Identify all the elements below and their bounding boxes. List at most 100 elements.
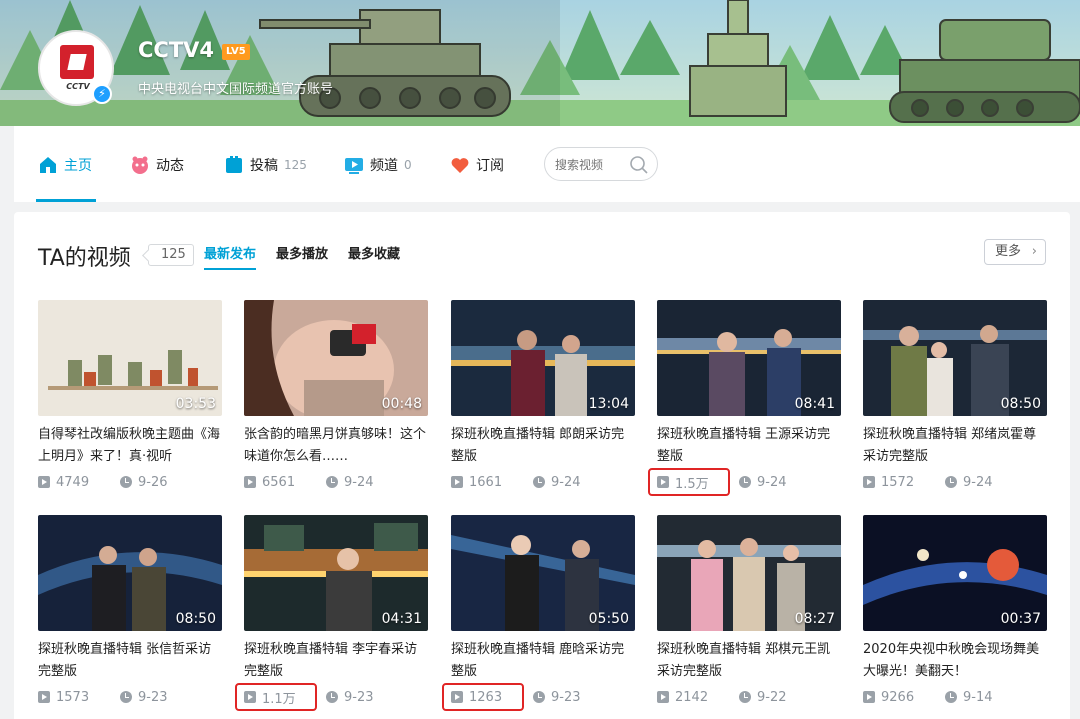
video-title[interactable]: 探班秋晚直播特辑 郑棋元王凯采访完整版 — [657, 639, 841, 683]
video-thumbnail[interactable]: 00:48 — [244, 300, 428, 416]
chevron-right-icon: › — [1031, 244, 1037, 259]
clock-icon — [945, 476, 957, 488]
play-count: 2142 — [657, 689, 708, 705]
play-count-value: 9266 — [881, 689, 915, 705]
video-thumbnail[interactable]: 05:50 — [451, 515, 635, 631]
video-thumbnail[interactable]: 00:37 — [863, 515, 1047, 631]
video-card[interactable]: 08:50 探班秋晚直播特辑 张信哲采访完整版 1573 9-23 — [38, 515, 222, 715]
play-count-value: 6561 — [262, 474, 296, 490]
video-title[interactable]: 探班秋晚直播特辑 李宇春采访完整版 — [244, 639, 428, 683]
video-thumbnail[interactable]: 08:50 — [863, 300, 1047, 416]
tab-channel-label: 频道 — [370, 158, 398, 174]
clock-icon — [120, 691, 132, 703]
video-title[interactable]: 2020年央视中秋晚会现场舞美大曝光！美翻天！ — [863, 639, 1047, 683]
tab-subscribe[interactable]: 订阅 — [450, 154, 504, 176]
cctv-logo-icon — [60, 45, 94, 79]
video-thumbnail[interactable]: 08:50 — [38, 515, 222, 631]
channel-name: CCTV4 — [138, 38, 215, 62]
channel-description: 中央电视台中文国际频道官方账号 — [138, 82, 334, 97]
video-thumbnail[interactable]: 04:31 — [244, 515, 428, 631]
space-nav: 主页 动态 投稿 125 频道 0 订阅 — [14, 126, 1080, 202]
video-meta: 9266 9-14 — [863, 687, 1047, 707]
video-thumbnail[interactable]: 08:41 — [657, 300, 841, 416]
video-search — [544, 147, 658, 181]
video-card[interactable]: 08:41 探班秋晚直播特辑 王源采访完整版 1.5万 9-24 — [648, 300, 841, 500]
video-title[interactable]: 张含韵的暗黑月饼真够味！这个味道你怎么看…… — [244, 424, 428, 468]
search-input[interactable] — [555, 156, 625, 174]
play-count: 1.5万 — [657, 474, 709, 492]
tab-upload[interactable]: 投稿 125 — [224, 154, 307, 176]
play-count-icon — [863, 476, 875, 488]
play-count: 1573 — [38, 689, 89, 705]
play-count: 6561 — [244, 474, 295, 490]
sort-latest[interactable]: 最新发布 — [204, 243, 257, 270]
video-title[interactable]: 探班秋晚直播特辑 郑绪岚霍尊采访完整版 — [863, 424, 1047, 468]
tab-home-label: 主页 — [64, 158, 92, 174]
video-thumbnail[interactable]: 13:04 — [451, 300, 635, 416]
video-meta: 1572 9-24 — [863, 472, 1047, 492]
video-card[interactable]: 04:31 探班秋晚直播特辑 李宇春采访完整版 1.1万 9-23 — [235, 515, 428, 715]
publish-date-value: 9-23 — [344, 689, 374, 705]
play-count-value: 1.1万 — [262, 691, 296, 707]
video-meta: 6561 9-24 — [244, 472, 428, 492]
video-meta: 4749 9-26 — [38, 472, 222, 492]
video-title[interactable]: 探班秋晚直播特辑 鹿晗采访完整版 — [451, 639, 635, 683]
video-card[interactable]: 03:53 自得琴社改编版秋晚主题曲《海上明月》来了！真·视听 4749 9-2… — [38, 300, 222, 500]
search-icon[interactable] — [629, 155, 649, 179]
video-meta: 1263 9-23 — [442, 683, 635, 711]
video-card[interactable]: 13:04 探班秋晚直播特辑 郎朗采访完整版 1661 9-24 — [451, 300, 635, 500]
tab-home[interactable]: 主页 — [38, 154, 92, 176]
tab-dynamic[interactable]: 动态 — [130, 154, 184, 176]
dynamic-icon — [130, 155, 150, 175]
video-duration: 08:27 — [794, 611, 835, 627]
publish-date: 9-23 — [120, 689, 168, 705]
home-icon — [38, 155, 58, 175]
play-count-value: 1661 — [469, 474, 503, 490]
channel-avatar[interactable]: CCTV ⚡ — [38, 30, 114, 106]
video-meta: 1.5万 9-24 — [648, 468, 841, 496]
heart-icon — [450, 155, 470, 175]
video-duration: 04:31 — [381, 611, 422, 627]
video-title[interactable]: 探班秋晚直播特辑 王源采访完整版 — [657, 424, 841, 468]
tab-upload-label: 投稿 — [250, 158, 278, 174]
publish-date: 9-24 — [945, 474, 993, 490]
upload-icon — [224, 155, 244, 175]
tab-subscribe-label: 订阅 — [476, 158, 504, 174]
video-card[interactable]: 05:50 探班秋晚直播特辑 鹿晗采访完整版 1263 9-23 — [442, 515, 635, 715]
play-count: 1.1万 — [244, 689, 296, 707]
play-count-icon — [657, 476, 669, 488]
video-thumbnail[interactable]: 03:53 — [38, 300, 222, 416]
more-button-label: 更多 — [995, 244, 1022, 259]
video-card[interactable]: 08:50 探班秋晚直播特辑 郑绪岚霍尊采访完整版 1572 9-24 — [863, 300, 1047, 500]
space-page: CCTV ⚡ CCTV4 LV5 中央电视台中文国际频道官方账号 主页 动态 投… — [0, 0, 1080, 719]
video-meta: 1661 9-24 — [451, 472, 635, 492]
video-title[interactable]: 自得琴社改编版秋晚主题曲《海上明月》来了！真·视听 — [38, 424, 222, 468]
clock-icon — [326, 691, 338, 703]
clock-icon — [533, 476, 545, 488]
video-duration: 08:50 — [175, 611, 216, 627]
play-count-value: 2142 — [675, 689, 709, 705]
video-card[interactable]: 00:37 2020年央视中秋晚会现场舞美大曝光！美翻天！ 9266 9-14 — [863, 515, 1047, 715]
publish-date: 9-24 — [739, 474, 787, 490]
sort-most-played[interactable]: 最多播放 — [276, 243, 328, 268]
play-count-icon — [244, 691, 256, 703]
video-duration: 08:41 — [794, 396, 835, 412]
verified-icon: ⚡ — [92, 84, 112, 104]
publish-date-value: 9-23 — [551, 689, 581, 705]
clock-icon — [533, 691, 545, 703]
section-count: 125 — [148, 244, 194, 266]
videos-panel: TA的视频 125 最新发布 最多播放 最多收藏 更多 › 03:53 自得琴社… — [14, 212, 1070, 719]
video-thumbnail[interactable]: 08:27 — [657, 515, 841, 631]
more-button[interactable]: 更多 › — [984, 239, 1046, 265]
sort-most-favorited[interactable]: 最多收藏 — [348, 243, 400, 268]
publish-date: 9-24 — [533, 474, 581, 490]
video-card[interactable]: 00:48 张含韵的暗黑月饼真够味！这个味道你怎么看…… 6561 9-24 — [244, 300, 428, 500]
video-title[interactable]: 探班秋晚直播特辑 郎朗采访完整版 — [451, 424, 635, 468]
active-tab-indicator — [36, 199, 96, 202]
play-count: 9266 — [863, 689, 914, 705]
video-card[interactable]: 08:27 探班秋晚直播特辑 郑棋元王凯采访完整版 2142 9-22 — [657, 515, 841, 715]
channel-icon — [344, 155, 364, 175]
publish-date: 9-23 — [533, 689, 581, 705]
tab-channel[interactable]: 频道 0 — [344, 154, 412, 176]
video-title[interactable]: 探班秋晚直播特辑 张信哲采访完整版 — [38, 639, 222, 683]
